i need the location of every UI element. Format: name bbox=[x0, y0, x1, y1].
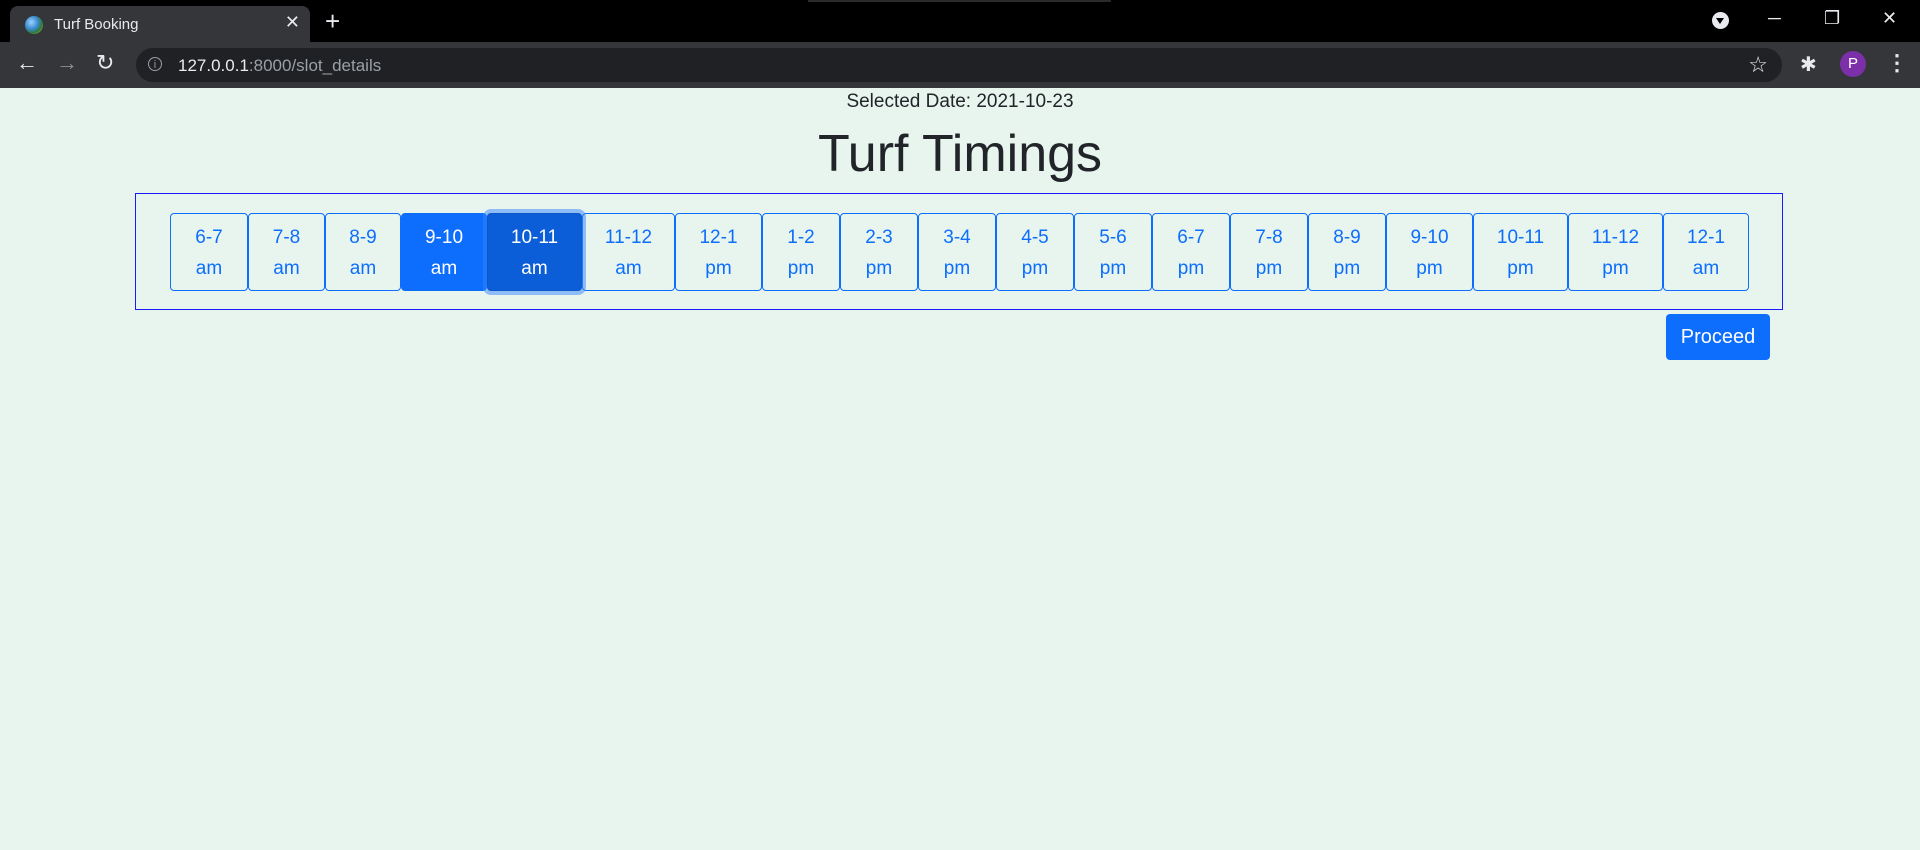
time-slot-button[interactable]: 6-7 am bbox=[170, 213, 248, 291]
restore-icon[interactable]: ❐ bbox=[1824, 8, 1840, 29]
time-slot-button[interactable]: 7-8 pm bbox=[1230, 213, 1308, 291]
time-slot-button[interactable]: 5-6 pm bbox=[1074, 213, 1152, 291]
tab-title: Turf Booking bbox=[54, 16, 139, 33]
browser-tabstrip: Turf Booking ✕ + ─ ❐ ✕ bbox=[0, 0, 1920, 42]
top-indicator bbox=[808, 0, 1111, 2]
url-path: :8000/slot_details bbox=[248, 56, 382, 75]
close-icon[interactable]: ✕ bbox=[285, 12, 300, 33]
time-slot-button[interactable]: 4-5 pm bbox=[996, 213, 1074, 291]
time-slot-button[interactable]: 9-10 am bbox=[401, 213, 487, 291]
time-slot-button[interactable]: 12-1 am bbox=[1663, 213, 1749, 291]
browser-toolbar: ← → ↻ i 127.0.0.1:8000/slot_details ☆ ✱ … bbox=[0, 42, 1920, 88]
avatar[interactable]: P bbox=[1840, 51, 1866, 77]
time-slot-button[interactable]: 7-8 am bbox=[248, 213, 325, 291]
time-slot-button[interactable]: 10-11 pm bbox=[1473, 213, 1568, 291]
reload-icon[interactable]: ↻ bbox=[96, 52, 114, 74]
plus-icon[interactable]: + bbox=[325, 8, 340, 34]
page-title: Turf Timings bbox=[817, 125, 1103, 183]
minimize-icon[interactable]: ─ bbox=[1768, 8, 1781, 29]
url-text: 127.0.0.1:8000/slot_details bbox=[178, 56, 381, 76]
window-close-icon[interactable]: ✕ bbox=[1882, 8, 1897, 29]
extensions-icon[interactable]: ✱ bbox=[1800, 52, 1817, 77]
proceed-button[interactable]: Proceed bbox=[1666, 314, 1770, 360]
star-icon[interactable]: ☆ bbox=[1748, 52, 1768, 78]
time-slot-button[interactable]: 6-7 pm bbox=[1152, 213, 1230, 291]
time-slot-button[interactable]: 9-10 pm bbox=[1386, 213, 1473, 291]
time-slot-button[interactable]: 11-12 pm bbox=[1568, 213, 1663, 291]
time-slot-button[interactable]: 1-2 pm bbox=[762, 213, 840, 291]
slot-list: 6-7 am 7-8 am 8-9 am 9-10 am 10-11 am 11-12 am… bbox=[170, 213, 1749, 291]
time-slot-button[interactable]: 8-9 am bbox=[325, 213, 401, 291]
time-slot-button[interactable]: 8-9 pm bbox=[1308, 213, 1386, 291]
address-bar[interactable]: i 127.0.0.1:8000/slot_details ☆ bbox=[136, 48, 1782, 82]
time-slot-button[interactable]: 12-1 pm bbox=[675, 213, 762, 291]
time-slot-button[interactable]: 3-4 pm bbox=[918, 213, 996, 291]
kebab-menu-icon[interactable]: ⋮ bbox=[1886, 50, 1908, 76]
forward-icon[interactable]: → bbox=[56, 52, 78, 74]
time-slot-button[interactable]: 10-11 am bbox=[487, 213, 582, 291]
back-icon[interactable]: ← bbox=[16, 52, 38, 74]
info-icon[interactable]: i bbox=[148, 57, 162, 71]
time-slot-button[interactable]: 11-12 am bbox=[582, 213, 675, 291]
url-host: 127.0.0.1 bbox=[178, 56, 249, 75]
selected-date: Selected Date: 2021-10-23 bbox=[846, 91, 1074, 112]
time-slot-button[interactable]: 2-3 pm bbox=[840, 213, 918, 291]
favicon-icon bbox=[25, 16, 43, 34]
browser-tab[interactable]: Turf Booking ✕ bbox=[10, 6, 310, 42]
page-content: Selected Date: 2021-10-23 Turf Timings 6… bbox=[0, 88, 1920, 850]
tab-search-icon[interactable] bbox=[1712, 12, 1729, 29]
